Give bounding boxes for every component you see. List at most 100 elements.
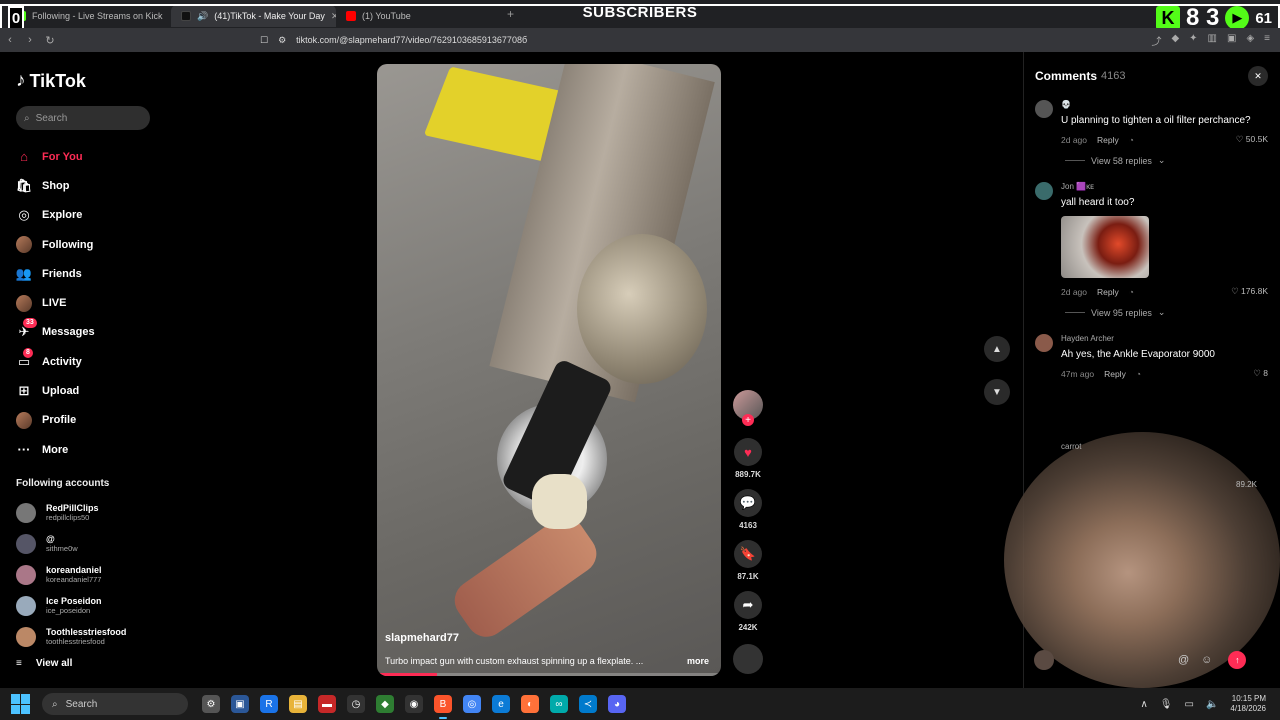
settings-app-icon[interactable]: ⚙ bbox=[202, 695, 220, 713]
game-app-icon[interactable]: ∞ bbox=[550, 695, 568, 713]
taskbar-clock[interactable]: 10:15 PM 4/18/2026 bbox=[1230, 694, 1266, 715]
mention-icon[interactable]: @ bbox=[1178, 654, 1189, 666]
comment-like-button[interactable]: ♡ 8 bbox=[1253, 368, 1268, 379]
sidebar-item-friends[interactable]: 👥 Friends bbox=[16, 259, 160, 288]
comment-input-bar[interactable]: @ ☺ ↑ bbox=[1034, 650, 1247, 670]
follow-plus-icon[interactable]: + bbox=[742, 414, 754, 426]
video-progress-bar[interactable] bbox=[377, 673, 721, 676]
tab-tiktok[interactable]: 🔊 (41)TikTok - Make Your Day ✕ bbox=[171, 5, 336, 27]
close-comments-icon[interactable]: ✕ bbox=[1248, 66, 1268, 86]
edge-app-icon[interactable]: e bbox=[492, 695, 510, 713]
tiktok-logo[interactable]: ♪ TikTok bbox=[16, 70, 160, 92]
comment-image[interactable] bbox=[1061, 216, 1149, 278]
sound-disc-icon[interactable] bbox=[733, 644, 763, 674]
overlay-left-count: 0 bbox=[8, 6, 24, 30]
sidebar-item-explore[interactable]: ◎ Explore bbox=[16, 201, 160, 230]
share-button[interactable]: ➦ bbox=[734, 591, 762, 619]
red-app-icon[interactable]: ▬ bbox=[318, 695, 336, 713]
comment-username[interactable]: 💀 bbox=[1061, 100, 1268, 109]
url-field[interactable]: ☐ ⚙ tiktok.com/@slapmehard77/video/76291… bbox=[260, 35, 527, 46]
reload-icon[interactable]: ↻ bbox=[40, 34, 60, 47]
tiktok-page: ♪ TikTok ⌕ Search ⌂ For You 🛍 Shop ◎ Explore F… bbox=[0, 52, 1280, 688]
comment-button[interactable]: 💬 bbox=[734, 489, 762, 517]
network-icon[interactable]: ▭ bbox=[1185, 699, 1194, 710]
tab-kick[interactable]: Following - Live Streams on Kick bbox=[6, 5, 171, 27]
brave-shield-icon[interactable]: ◆ bbox=[1171, 33, 1179, 48]
bookmark-icon[interactable]: ☐ bbox=[260, 35, 268, 46]
back-icon[interactable]: ‹ bbox=[0, 34, 20, 46]
remote-app-icon[interactable]: R bbox=[260, 695, 278, 713]
vpn-icon[interactable]: ◈ bbox=[1246, 33, 1254, 48]
following-account[interactable]: koreandaniel koreandaniel777 bbox=[16, 559, 160, 590]
avatar[interactable] bbox=[1035, 334, 1053, 352]
wallet-icon[interactable]: ▣ bbox=[1227, 33, 1236, 48]
taskbar-search[interactable]: ⌕ Search bbox=[42, 693, 188, 715]
green-app-icon[interactable]: ◆ bbox=[376, 695, 394, 713]
sidebar-item-shop[interactable]: 🛍 Shop bbox=[16, 171, 160, 200]
share-icon[interactable]: ⤴ bbox=[1151, 33, 1161, 48]
comment-username[interactable]: Hayden Archer bbox=[1061, 334, 1268, 343]
sidebar-toggle-icon[interactable]: ▥ bbox=[1208, 33, 1217, 48]
menu-icon[interactable]: ≡ bbox=[1264, 33, 1270, 48]
youtube-favicon-icon bbox=[346, 11, 356, 21]
sidebar-item-activity[interactable]: ▭ 8 Activity bbox=[16, 347, 160, 376]
site-info-icon[interactable]: ⚙ bbox=[278, 35, 286, 46]
sidebar-item-more[interactable]: ··· More bbox=[16, 435, 160, 464]
brave-app-icon[interactable]: B bbox=[434, 695, 452, 719]
view-all-button[interactable]: ≡ View all bbox=[16, 658, 160, 669]
explorer-app-icon[interactable]: ▣ bbox=[231, 695, 249, 713]
sidebar-item-messages[interactable]: ✈ 33 Messages bbox=[16, 318, 160, 347]
sidebar-item-for-you[interactable]: ⌂ For You bbox=[16, 142, 160, 171]
firefox-app-icon[interactable]: ◐ bbox=[521, 695, 539, 713]
following-account[interactable]: Toothlesstriesfood toothlesstriesfood bbox=[16, 621, 160, 652]
reply-button[interactable]: Reply bbox=[1097, 287, 1119, 297]
view-replies-button[interactable]: View 95 replies ⌄ bbox=[1065, 307, 1268, 318]
comment-username[interactable]: Jon 🟪ᴋᴇ bbox=[1061, 182, 1268, 191]
discord-app-icon[interactable]: ◕ bbox=[608, 695, 626, 713]
reply-button[interactable]: Reply bbox=[1104, 369, 1126, 379]
send-icon[interactable]: ↑ bbox=[1228, 651, 1247, 669]
taskbar-search-label: Search bbox=[65, 698, 98, 710]
tray-chevron-icon[interactable]: ∧ bbox=[1140, 699, 1147, 710]
avatar bbox=[16, 502, 36, 523]
emoji-icon[interactable]: ☺ bbox=[1201, 654, 1212, 666]
search-input[interactable]: ⌕ Search bbox=[16, 106, 150, 130]
sidebar-item-upload[interactable]: ⊞ Upload bbox=[16, 376, 160, 405]
extensions-icon[interactable]: ✦ bbox=[1189, 33, 1197, 48]
clock-app-icon[interactable]: ◷ bbox=[347, 695, 365, 713]
new-tab-icon[interactable]: + bbox=[507, 7, 514, 21]
video-player[interactable]: slapmehard77 Turbo impact gun with custo… bbox=[377, 64, 721, 676]
previous-video-button[interactable]: ▲ bbox=[984, 336, 1010, 362]
following-account[interactable]: RedPillClips redpillclips50 bbox=[16, 497, 160, 528]
creator-avatar[interactable]: + bbox=[733, 390, 763, 426]
following-account[interactable]: Ice Poseidon ice_poseidon bbox=[16, 590, 160, 621]
view-replies-button[interactable]: View 58 replies ⌄ bbox=[1065, 155, 1268, 166]
sidebar-item-following[interactable]: Following bbox=[16, 230, 160, 259]
comment-like-button[interactable]: ♡ 50.5K bbox=[1236, 134, 1268, 145]
save-button[interactable]: 🔖 bbox=[734, 540, 762, 568]
following-accounts-title: Following accounts bbox=[16, 478, 110, 490]
comment-text: Ah yes, the Ankle Evaporator 9000 bbox=[1061, 349, 1215, 360]
upload-icon: ⊞ bbox=[18, 383, 30, 399]
following-account[interactable]: @ sithme0w bbox=[16, 528, 160, 559]
like-button[interactable]: ♥ bbox=[734, 438, 762, 466]
windows-start-icon[interactable] bbox=[10, 693, 32, 715]
tab-youtube[interactable]: (1) YouTube bbox=[336, 5, 501, 27]
sidebar-item-live[interactable]: LIVE bbox=[16, 288, 160, 317]
next-video-button[interactable]: ▼ bbox=[984, 379, 1010, 405]
avatar[interactable] bbox=[1035, 100, 1053, 118]
microphone-icon[interactable]: 🎙 bbox=[1160, 699, 1173, 710]
sidebar-item-profile[interactable]: Profile bbox=[16, 406, 160, 435]
folder-app-icon[interactable]: ▤ bbox=[289, 695, 307, 713]
obs-app-icon[interactable]: ◉ bbox=[405, 695, 423, 713]
caption-more-button[interactable]: more bbox=[687, 656, 709, 666]
volume-icon[interactable]: 🔈 bbox=[1206, 699, 1218, 710]
chrome-app-icon[interactable]: ◎ bbox=[463, 695, 481, 713]
forward-icon[interactable]: › bbox=[20, 34, 40, 46]
vscode-app-icon[interactable]: ≺ bbox=[579, 695, 597, 713]
reply-button[interactable]: Reply bbox=[1097, 135, 1119, 145]
video-username[interactable]: slapmehard77 bbox=[385, 632, 459, 644]
avatar[interactable] bbox=[1035, 182, 1053, 200]
comment-like-button[interactable]: ♡ 176.8K bbox=[1231, 286, 1268, 297]
comment-time: 47m ago bbox=[1061, 368, 1095, 379]
